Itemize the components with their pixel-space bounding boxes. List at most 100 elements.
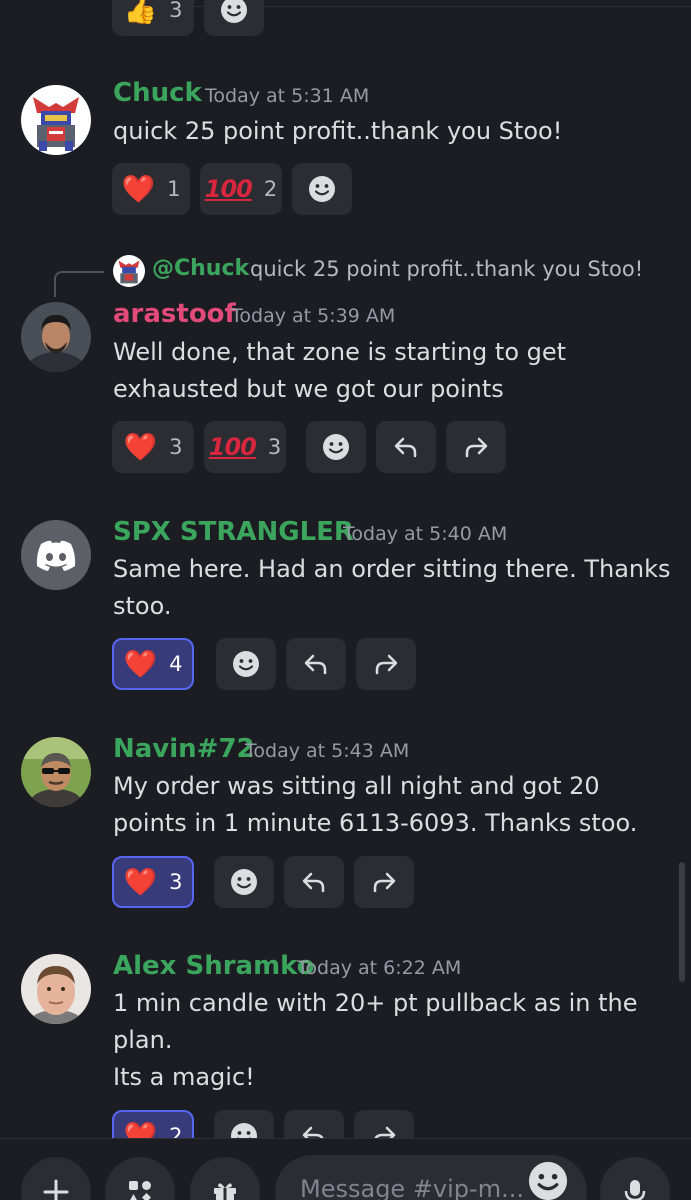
smiley-add-reaction-icon — [231, 869, 257, 895]
reply-button[interactable] — [284, 856, 344, 908]
smiley-add-reaction-icon — [233, 651, 259, 677]
scrollbar-thumb[interactable] — [679, 862, 685, 982]
forward-arrow-icon — [375, 654, 398, 675]
forward-button[interactable] — [446, 421, 506, 473]
author-name[interactable]: Navin#72 — [113, 734, 255, 764]
add-reaction-button[interactable] — [214, 1110, 274, 1138]
add-reaction-button[interactable] — [306, 421, 366, 473]
avatar-navin[interactable] — [21, 737, 91, 807]
forward-button[interactable] — [356, 638, 416, 690]
message-text: Same here. Had an order sitting there. T… — [113, 551, 673, 625]
hundred-points-emoji: 100 — [204, 175, 253, 203]
message-text: My order was sitting all night and got 2… — [113, 768, 673, 842]
reaction-hundred[interactable]: 100 3 — [204, 421, 286, 473]
gift-button[interactable] — [190, 1157, 260, 1200]
reaction-heart-mine[interactable]: ❤️ 4 — [112, 638, 194, 690]
composer-bar: Message #vip-m... — [0, 1139, 691, 1200]
reaction-count: 3 — [169, 870, 183, 894]
reply-button[interactable] — [284, 1110, 344, 1138]
reaction-count: 3 — [169, 435, 183, 459]
author-name[interactable]: Chuck — [113, 78, 202, 108]
timestamp: Today at 5:39 AM — [231, 305, 396, 327]
reaction-count: 3 — [169, 0, 183, 22]
avatar-spx-strangler[interactable] — [21, 520, 91, 590]
message-line: stoo. — [113, 592, 172, 620]
emoji-button[interactable] — [526, 1159, 570, 1200]
timestamp: Today at 5:31 AM — [205, 85, 370, 107]
author-name[interactable]: arastoof — [113, 299, 236, 329]
forward-arrow-icon — [374, 1126, 396, 1138]
message-line: Same here. Had an order sitting there. T… — [113, 555, 671, 583]
message-line: quick 25 point profit..thank you Stoo! — [113, 117, 563, 145]
avatar-arastoof[interactable] — [21, 302, 91, 372]
robot-avatar-icon — [21, 85, 91, 155]
heart-emoji: ❤️ — [123, 648, 158, 680]
reply-arrow-icon — [302, 872, 325, 893]
smiley-add-reaction-icon — [231, 1123, 257, 1138]
smiley-add-reaction-icon — [309, 176, 335, 202]
reaction-thumbs-up[interactable]: 👍 3 — [112, 0, 194, 36]
forward-button[interactable] — [354, 856, 414, 908]
message-line: plan. — [113, 1026, 173, 1054]
message-line: Its a magic! — [113, 1063, 255, 1091]
smiley-icon — [221, 0, 247, 23]
message-text: Well done, that zone is starting to get … — [113, 334, 673, 408]
message-list[interactable]: 👍 3 Chuck Today at 5:31 AM quick 25 poin… — [0, 0, 691, 1138]
reply-mention[interactable]: @Chuck — [152, 256, 249, 281]
reaction-count: 4 — [169, 652, 183, 676]
microphone-icon — [624, 1180, 646, 1200]
reaction-heart[interactable]: ❤️ 3 — [112, 421, 194, 473]
reply-preview-text[interactable]: quick 25 point profit..thank you Stoo! — [250, 257, 643, 281]
apps-icon — [129, 1181, 151, 1200]
reply-arrow-icon — [304, 654, 327, 675]
reply-arrow-icon — [394, 437, 417, 458]
forward-arrow-icon — [465, 437, 488, 458]
attach-button[interactable] — [21, 1157, 91, 1200]
avatar-chuck[interactable] — [21, 85, 91, 155]
reply-button[interactable] — [376, 421, 436, 473]
avatar-alex-shramko[interactable] — [21, 954, 91, 1024]
reply-button[interactable] — [286, 638, 346, 690]
timestamp: Today at 5:40 AM — [343, 523, 508, 545]
forward-button[interactable] — [354, 1110, 414, 1138]
heart-emoji: ❤️ — [121, 173, 156, 205]
forward-arrow-icon — [373, 872, 396, 893]
reaction-count: 2 — [263, 177, 278, 201]
gift-icon — [214, 1183, 236, 1200]
timestamp: Today at 5:43 AM — [245, 740, 410, 762]
message-input-placeholder: Message #vip-m... — [300, 1175, 524, 1200]
message-text: quick 25 point profit..thank you Stoo! — [113, 113, 673, 150]
message-line: points in 1 minute 6113-6093. Thanks sto… — [113, 809, 638, 837]
reply-avatar-chuck — [113, 255, 145, 287]
emoji-icon — [528, 1161, 568, 1200]
author-name[interactable]: SPX STRANGLER — [113, 517, 354, 547]
message-line: exhausted but we got our points — [113, 375, 504, 403]
heart-emoji: ❤️ — [123, 431, 158, 463]
reaction-heart[interactable]: ❤️ 1 — [112, 163, 190, 215]
plus-icon — [43, 1179, 69, 1200]
message-line: My order was sitting all night and got 2… — [113, 772, 600, 800]
reaction-count: 3 — [267, 435, 282, 459]
author-name[interactable]: Alex Shramko — [113, 951, 315, 981]
reply-connector — [54, 271, 104, 297]
add-reaction-button[interactable] — [204, 0, 264, 36]
add-reaction-button[interactable] — [216, 638, 276, 690]
reaction-heart-mine[interactable]: ❤️ 3 — [112, 856, 194, 908]
message-line: 1 min candle with 20+ pt pullback as in … — [113, 989, 638, 1017]
add-reaction-button[interactable] — [292, 163, 352, 215]
reaction-count: 2 — [169, 1124, 183, 1138]
heart-emoji: ❤️ — [123, 866, 158, 898]
message-text: 1 min candle with 20+ pt pullback as in … — [113, 985, 673, 1096]
message-line: Well done, that zone is starting to get — [113, 338, 567, 366]
reaction-hundred[interactable]: 100 2 — [200, 163, 282, 215]
heart-emoji: ❤️ — [123, 1120, 158, 1139]
reaction-heart-mine[interactable]: ❤️ 2 — [112, 1110, 194, 1138]
voice-message-button[interactable] — [600, 1157, 670, 1200]
apps-button[interactable] — [105, 1157, 175, 1200]
user-photo-avatar — [21, 302, 91, 372]
add-reaction-button[interactable] — [214, 856, 274, 908]
user-photo-avatar — [21, 954, 91, 1024]
user-photo-avatar — [21, 737, 91, 807]
timestamp: Today at 6:22 AM — [297, 957, 462, 979]
discord-logo-icon — [36, 540, 76, 571]
